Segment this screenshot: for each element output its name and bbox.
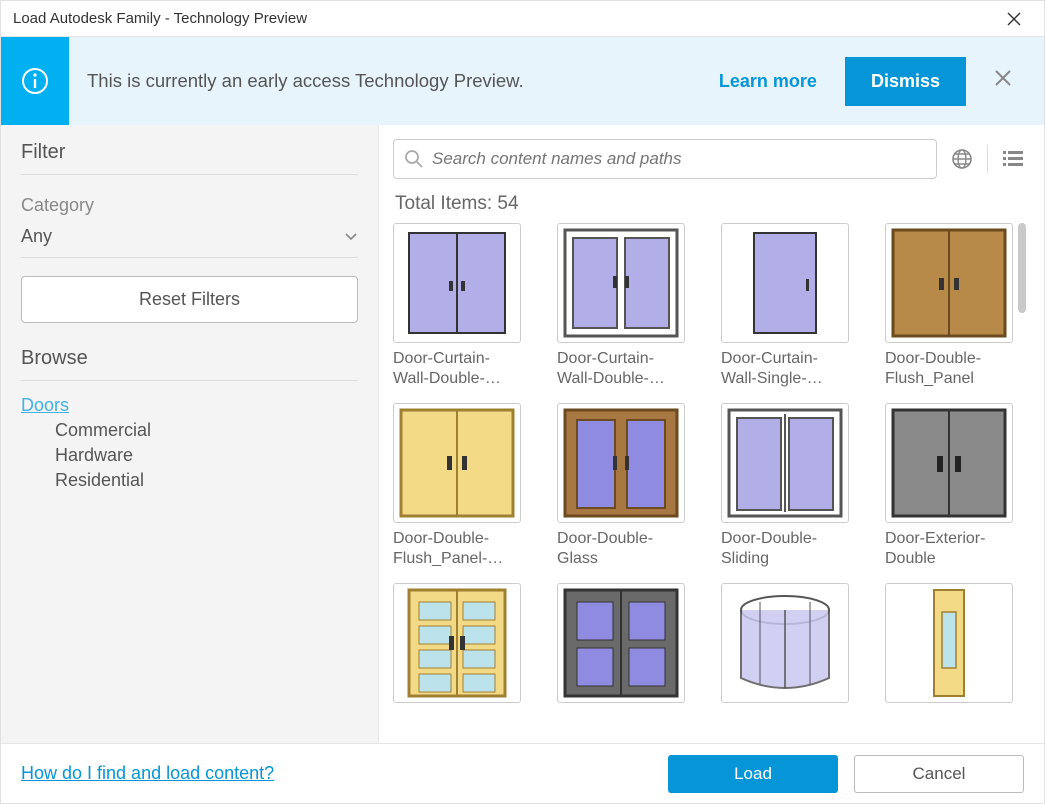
tile-thumbnail [393,403,521,523]
help-link[interactable]: How do I find and load content? [21,763,274,784]
search-box[interactable] [393,139,937,179]
chevron-down-icon [344,232,358,242]
scrollbar-thumb[interactable] [1018,223,1026,313]
tile-thumbnail [885,403,1013,523]
browse-item-hardware[interactable]: Hardware [55,445,358,466]
tile-thumbnail [557,583,685,703]
tile-thumbnail [721,583,849,703]
body: Filter Category Any Reset Filters Browse… [1,125,1044,743]
grid-wrapper: Door-Curtain-Wall-Double-… Door-Curtain-… [393,223,1026,743]
window-close-button[interactable] [996,12,1032,26]
info-icon [20,66,50,96]
content-tile[interactable]: Door-Double-Flush_Panel-… [393,403,541,569]
window-title: Load Autodesk Family - Technology Previe… [13,10,996,27]
preview-banner: This is currently an early access Techno… [1,37,1044,125]
tile-thumbnail [557,223,685,343]
tile-label: Door-Double-Flush_Panel-… [393,529,521,569]
tile-thumbnail [393,583,521,703]
browse-list: Doors Commercial Hardware Residential [21,395,358,491]
globe-icon [950,147,974,171]
total-items: Total Items: 54 [395,193,1026,215]
content-tile[interactable] [885,583,1026,703]
filter-title: Filter [21,141,358,175]
browse-item-commercial[interactable]: Commercial [55,420,358,441]
browse-root-doors[interactable]: Doors [21,395,358,416]
tile-thumbnail [721,403,849,523]
footer: How do I find and load content? Load Can… [1,743,1044,803]
tile-label: Door-Exterior-Double [885,529,1013,569]
content-tile[interactable]: Door-Double-Flush_Panel [885,223,1026,389]
banner-actions: Learn more Dismiss [719,37,1044,125]
content-tile[interactable] [393,583,541,703]
scrollbar[interactable] [1018,223,1026,743]
browse-item-residential[interactable]: Residential [55,470,358,491]
tile-label: Door-Double-Sliding [721,529,849,569]
load-button[interactable]: Load [668,755,838,793]
content-tile[interactable]: Door-Double-Sliding [721,403,869,569]
content-tile[interactable]: Door-Curtain-Wall-Double-… [393,223,541,389]
category-select[interactable]: Any [21,222,358,258]
browse-title: Browse [21,347,358,381]
banner-close-button[interactable] [994,69,1018,93]
tile-label: Door-Curtain-Wall-Double-… [393,349,521,389]
tile-label: Door-Double-Glass [557,529,685,569]
content-grid: Door-Curtain-Wall-Double-… Door-Curtain-… [393,223,1026,707]
banner-text: This is currently an early access Techno… [69,37,719,125]
view-options-button[interactable] [1000,147,1026,171]
content-tile[interactable]: Door-Curtain-Wall-Double-… [557,223,705,389]
locale-button[interactable] [949,147,975,171]
reset-filters-button[interactable]: Reset Filters [21,276,358,323]
learn-more-link[interactable]: Learn more [719,71,817,92]
search-input[interactable] [432,149,926,169]
tile-thumbnail [393,223,521,343]
tile-label: Door-Double-Flush_Panel [885,349,1013,389]
content-tile[interactable]: Door-Double-Glass [557,403,705,569]
content-tile[interactable] [557,583,705,703]
toolbar-divider [987,145,988,173]
main-content: Total Items: 54 Door-Curtain-Wall-Double… [379,125,1044,743]
close-icon [994,69,1012,87]
content-tile[interactable] [721,583,869,703]
tile-label: Door-Curtain-Wall-Double-… [557,349,685,389]
content-tile[interactable]: Door-Exterior-Double [885,403,1026,569]
search-icon [404,149,424,169]
dismiss-button[interactable]: Dismiss [845,57,966,106]
info-icon-tile [1,37,69,125]
list-icon [1001,147,1025,171]
close-icon [1007,12,1021,26]
tile-thumbnail [885,583,1013,703]
tile-thumbnail [885,223,1013,343]
tile-label: Door-Curtain-Wall-Single-… [721,349,849,389]
category-value: Any [21,226,52,247]
search-row [393,139,1026,179]
titlebar: Load Autodesk Family - Technology Previe… [1,1,1044,37]
tile-thumbnail [721,223,849,343]
content-tile[interactable]: Door-Curtain-Wall-Single-… [721,223,869,389]
category-label: Category [21,195,358,216]
cancel-button[interactable]: Cancel [854,755,1024,793]
sidebar: Filter Category Any Reset Filters Browse… [1,125,379,743]
tile-thumbnail [557,403,685,523]
